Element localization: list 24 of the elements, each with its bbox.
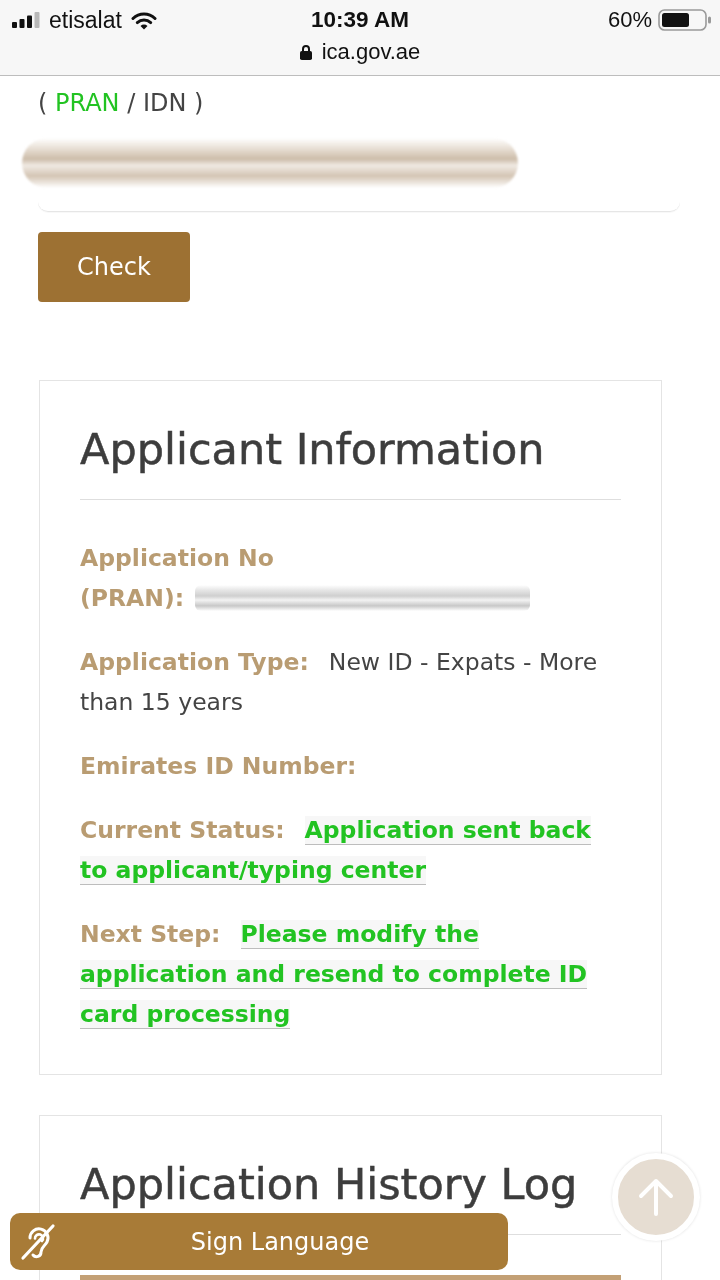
- url-text[interactable]: ica.gov.ae: [321, 39, 421, 65]
- battery-icon: [658, 9, 712, 31]
- carrier-name: etisalat: [49, 6, 122, 34]
- hearing-impaired-icon: [20, 1222, 56, 1261]
- card-title: Applicant Information: [80, 423, 545, 476]
- info-row-text: Emirates ID Number:: [80, 751, 358, 782]
- separator-text: /: [127, 89, 136, 117]
- info-row-text: Application Type: New ID - Expats - More than 15 years: [80, 647, 599, 718]
- signal-icon: [12, 12, 40, 28]
- battery-percent: 60%: [607, 7, 652, 33]
- bracket-text: (: [38, 89, 48, 117]
- lock-icon: [299, 44, 312, 60]
- arrow-up-icon: [638, 1178, 674, 1216]
- info-row-text: Next Step: Please modify the application and resend to complete ID card processing: [80, 919, 589, 1031]
- card-title: Application History Log: [80, 1158, 578, 1211]
- check-button[interactable]: Check: [38, 232, 190, 302]
- sign-language-button[interactable]: Sign Language: [10, 1213, 508, 1270]
- bracket-text: ): [194, 89, 204, 117]
- wifi-icon: [130, 10, 157, 30]
- clock-time: 10:39 AM: [311, 7, 409, 33]
- id-type-option[interactable]: IDN: [142, 89, 187, 117]
- field-label: Application No (PRAN):: [80, 543, 275, 614]
- info-row-text: Current Status: Application sent back to applicant/typing center: [80, 815, 592, 887]
- id-type-option[interactable]: PRAN: [55, 89, 120, 117]
